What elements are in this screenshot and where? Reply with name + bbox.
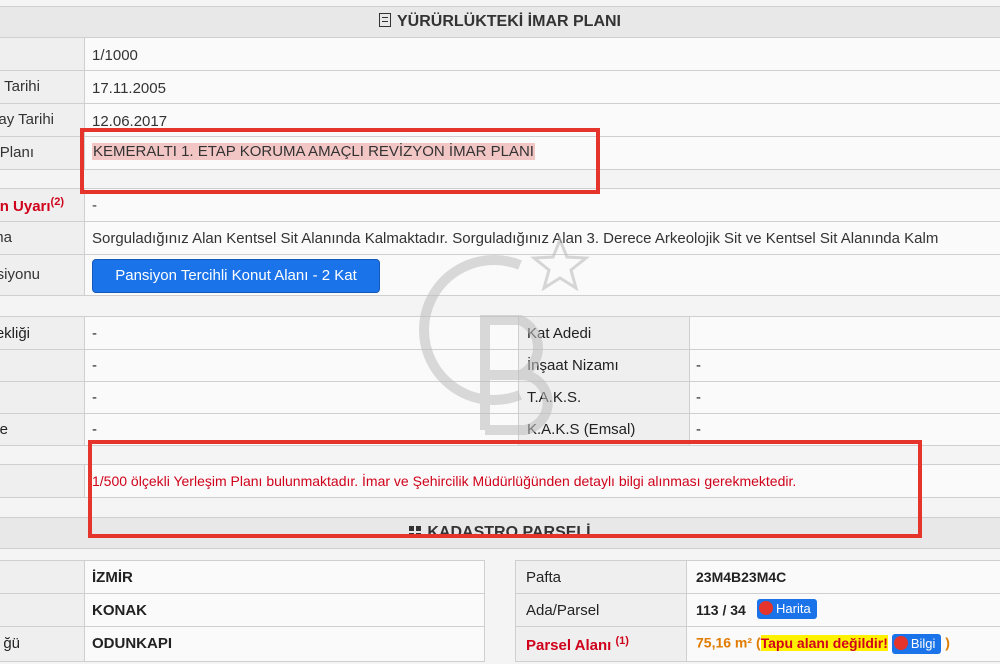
detail-right-value: - (696, 421, 701, 438)
kadastro-row: İZMİR (0, 561, 484, 594)
detail-right-value: - (696, 357, 701, 374)
row-label: ma (0, 229, 12, 246)
footnote-marker: (1) (615, 635, 629, 647)
ada-parsel-label: Ada/Parsel (526, 602, 600, 619)
detail-left-label: ekliği (0, 325, 30, 342)
ada-parsel-value: 113 / 34 (696, 602, 746, 618)
kadastro-row: Pafta 23M4B23M4C (516, 561, 1000, 594)
document-icon (379, 13, 391, 27)
map-button[interactable]: Harita (757, 599, 817, 619)
kadastro-left-table: İZMİR KONAK ğü ODUNKAPI (0, 560, 485, 662)
kadastro-row: Parsel Alanı (1) 75,16 m² (Tapu alanı de… (516, 627, 1000, 661)
watermark-logo (419, 236, 591, 435)
function-button[interactable]: Pansiyon Tercihli Konut Alanı - 2 Kat (92, 259, 380, 293)
pafta-value: 23M4B23M4C (696, 569, 787, 585)
paren-close: ) (945, 634, 950, 651)
detail-left-value: - (92, 325, 97, 342)
parcel-area-value: 75,16 m² (696, 634, 753, 651)
plan-scale-value: 1/1000 (92, 47, 138, 64)
section-title: YÜRÜRLÜKTEKİ İMAR PLANI (397, 13, 621, 30)
map-marker-icon (759, 601, 773, 615)
approval-date-row: Tarihi 17.11.2005 (0, 71, 1000, 104)
pafta-label: Pafta (526, 569, 562, 586)
detail-left-label: e (0, 421, 8, 438)
approval-date-value: 17.11.2005 (92, 80, 166, 97)
info-icon (893, 636, 908, 650)
footnote-marker: (2) (50, 196, 64, 208)
kadastro-row: Ada/Parsel 113 / 34 Harita (516, 594, 1000, 627)
not-title-deed-note: Tapu alanı değildir! (760, 634, 888, 651)
detail-right-value: - (696, 389, 701, 406)
neighborhood-value: ODUNKAPI (92, 635, 173, 652)
imar-section-header: YÜRÜRLÜKTEKİ İMAR PLANI (0, 6, 1000, 38)
kadastro-label: ğü (3, 635, 20, 652)
plan-scale-row: 1/1000 (0, 38, 1000, 71)
row-label: Planı (0, 144, 34, 161)
info-button[interactable]: Bilgi (891, 634, 942, 654)
row-label: ay Tarihi (0, 111, 54, 128)
detail-left-value: - (92, 357, 97, 374)
detail-left-value: - (92, 389, 97, 406)
info-button-label: Bilgi (910, 636, 936, 651)
paren-open: ( (755, 634, 761, 651)
row-label: Tarihi (4, 78, 40, 95)
province-value: İZMİR (92, 569, 133, 586)
kadastro-row: KONAK (0, 594, 484, 627)
warning-highlight-box (88, 440, 922, 538)
row-label: siyonu (0, 266, 40, 283)
district-value: KONAK (92, 602, 147, 619)
parcel-area-label: Parsel Alanı (526, 637, 612, 654)
row-label: n Uyarı (0, 198, 51, 215)
detail-left-value: - (92, 421, 97, 438)
map-button-label: Harita (776, 601, 811, 616)
kadastro-right-table: Pafta 23M4B23M4C Ada/Parsel 113 / 34 Har… (515, 560, 1000, 662)
kadastro-row: ğü ODUNKAPI (0, 627, 484, 661)
warning-value: - (92, 197, 97, 214)
plan-name-highlight-box (80, 128, 600, 194)
